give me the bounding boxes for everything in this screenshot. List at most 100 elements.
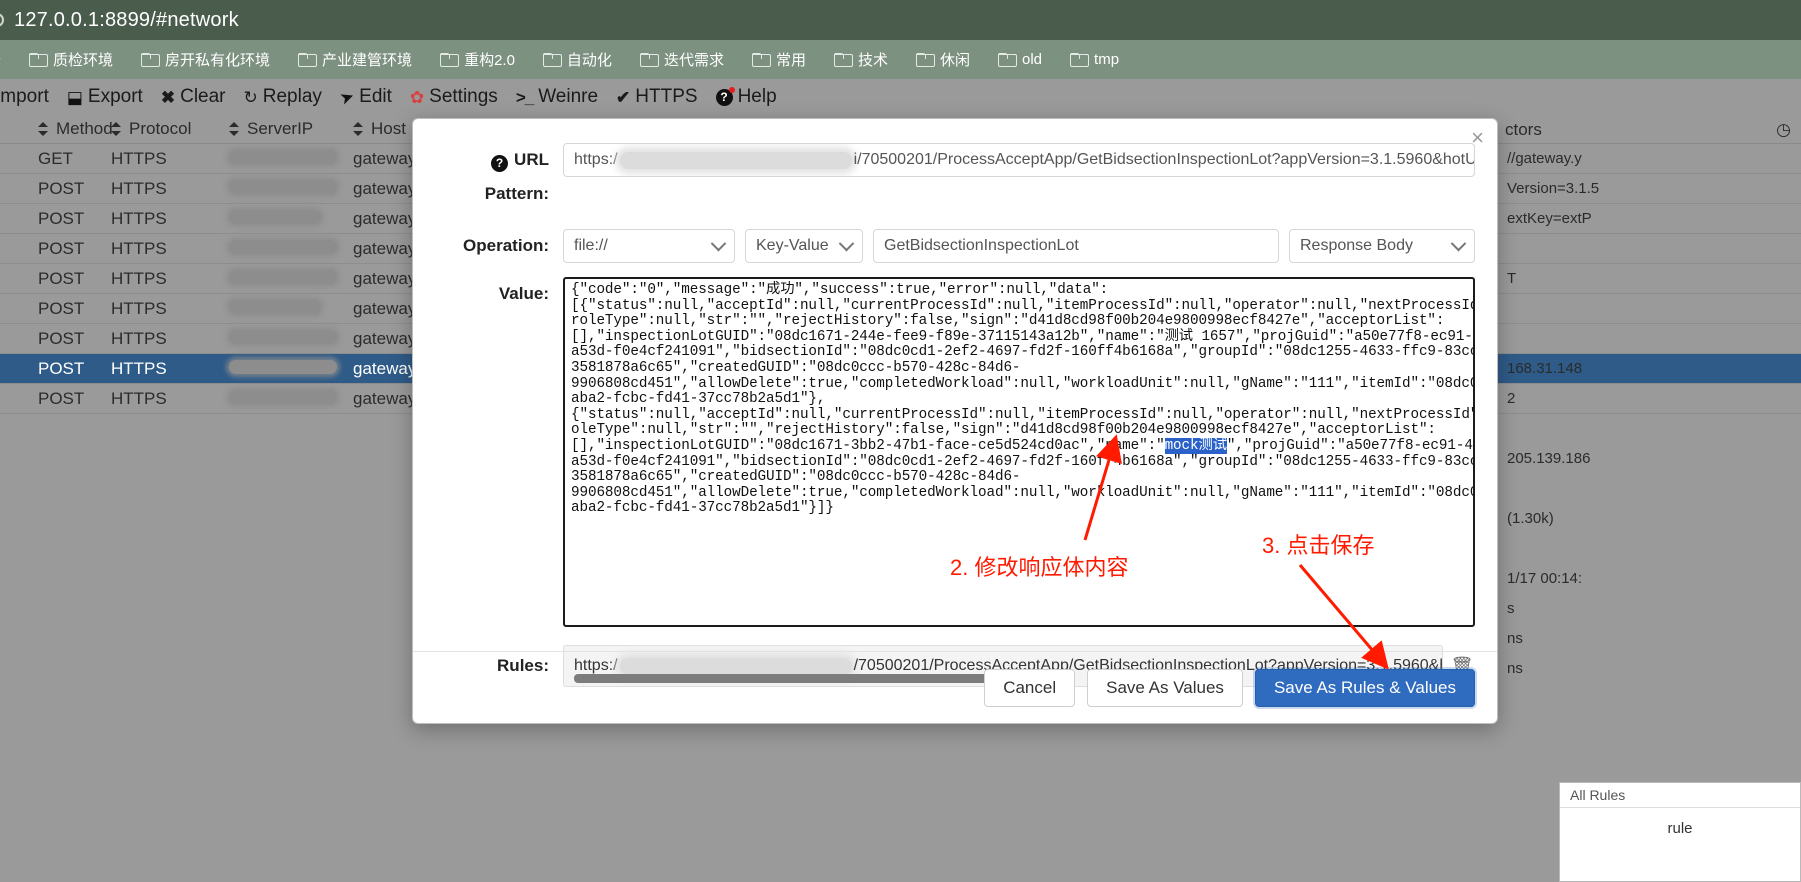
key-input[interactable]: GetBidsectionInspectionLot [873,229,1279,263]
url-suffix: i/70500201/ProcessAcceptApp/GetBidsectio… [853,151,1474,168]
value-line: aba2-fcbc-fd41-37cc78b2a5d1"}]} [571,500,834,517]
toolbar-button-replay[interactable]: ↻ Replay [235,86,331,108]
cell-serverip [215,149,345,169]
bookmark-item[interactable]: 产业建管环境 [284,40,426,79]
value-line: oleType":null,"str":"","rejectHistory":f… [571,422,1436,439]
toolbar-button-clear[interactable]: ✖ Clear [152,86,235,108]
folder-icon [440,52,460,67]
toolbar-label: Help [737,86,777,107]
value-line: {"code":"0","message":"成功","success":tru… [571,282,1109,298]
cell-protocol: HTTPS [111,328,167,348]
replay-icon: ↻ [243,87,258,107]
page-info-icon [0,13,4,27]
save-as-rules-and-values-button[interactable]: Save As Rules & Values [1254,668,1475,707]
detail-line: 205.139.186 [1507,450,1591,467]
target-select-value: Response Body [1300,237,1413,254]
toolbar-button-import[interactable]: Import [0,86,58,108]
detail-line: ns [1507,660,1523,677]
detail-line: 2 [1507,390,1516,407]
cell-protocol: HTTPS [111,208,167,228]
column-header-serverip[interactable]: ServerIP [215,119,345,139]
bookmark-item[interactable]: 重构2.0 [426,40,529,79]
cell-protocol: HTTPS [111,238,167,258]
toolbar-button-edit[interactable]: ➤ Edit [331,86,401,109]
folder-icon [998,52,1017,67]
toolbar-button-settings[interactable]: ✿ Settings [401,86,507,108]
column-header-method[interactable]: Method [0,119,113,139]
close-icon[interactable]: × [1471,127,1484,149]
protocol-select-value: file:// [574,237,608,254]
operation-label: Operation: [463,236,549,255]
toolbar-button-export[interactable]: ⬓ Export [58,86,152,108]
chevron-down-icon [838,235,855,251]
detail-line: (1.30k) [1507,510,1554,527]
value-label: Value: [498,284,549,303]
bookmark-label: 休闲 [939,52,970,69]
detail-line [1501,294,1801,324]
bookmark-item[interactable]: 常用 [738,40,820,79]
value-line: a53d-f0e4cf241091","bidsectionId":"08dc0… [571,344,1475,361]
value-line-tail: ","projGuid":"a50e77f8-ec91-4225- [1226,437,1473,454]
redacted-value [229,329,337,344]
sort-icon[interactable] [353,122,363,136]
type-select[interactable]: Key-Value [745,229,863,263]
key-input-value: GetBidsectionInspectionLot [884,237,1079,254]
selected-text[interactable]: mock测试 [1164,437,1227,454]
target-select[interactable]: Response Body [1289,229,1475,263]
sort-icon[interactable] [38,122,48,136]
sort-icon[interactable] [111,122,121,136]
bookmark-item[interactable]: tmp [1056,40,1133,79]
bookmark-item[interactable]: 休闲 [902,40,984,79]
detail-line: T [1507,270,1517,287]
detail-line [1501,534,1801,564]
value-line: aba2-fcbc-fd41-37cc78b2a5d1"}, [571,391,826,408]
toolbar-button-https[interactable]: ✔ HTTPS [607,86,707,108]
cell-method: POST [38,268,85,288]
bookmark-label: 技术 [857,52,888,69]
rule-tab[interactable]: rule [1560,807,1800,849]
detail-line [1501,324,1801,354]
column-header-protocol[interactable]: Protocol [105,119,215,139]
bookmark-item[interactable]: 自动化 [529,40,626,79]
app-toolbar: Import ⬓ Export ✖ Clear ↻ Replay ➤ Edit … [0,79,1801,115]
url-text[interactable]: 127.0.0.1:8899/#network [14,9,239,32]
browser-url-bar[interactable]: 127.0.0.1:8899/#network [0,0,1801,40]
cell-protocol: HTTPS [111,148,167,168]
cancel-button[interactable]: Cancel [984,668,1076,707]
bookmark-item[interactable]: 房开私有化环境 [127,40,284,79]
folder-icon [1070,52,1090,67]
chevron-down-icon [1450,235,1467,251]
url-prefix: https:/ [574,151,618,168]
value-line: 9906808cd451","allowDelete":true,"comple… [571,484,1475,501]
save-as-values-button[interactable]: Save As Values [1087,668,1243,707]
bookmark-item[interactable]: 云 [0,40,15,79]
annotation-step-2: 2. 修改响应体内容 [950,555,1129,580]
value-line: 3581878a6c65","createdGUID":"08dc0ccc-b5… [571,469,1021,486]
rules-list-box: All Rules rule [1559,782,1801,882]
sort-icon[interactable] [229,122,239,136]
protocol-select[interactable]: file:// [563,229,735,263]
url-pattern-input[interactable]: https:/ i/70500201/ProcessAcceptApp/GetB… [563,143,1475,177]
column-label: ServerIP [247,119,314,138]
bookmark-item[interactable]: 技术 [820,40,902,79]
help-icon: ? [715,86,735,106]
folder-icon [639,52,659,67]
folder-icon [915,52,935,67]
bookmark-item[interactable]: 迭代需求 [626,40,738,79]
url-pattern-row: ? URL Pattern: https:/ i/70500201/Process… [413,143,1497,211]
close-x-icon: ✖ [160,87,176,107]
clock-icon[interactable]: ◷ [1776,120,1791,140]
toolbar-button-weinre[interactable]: >_ Weinre [507,86,607,108]
cell-protocol: HTTPS [111,358,167,378]
edit-rule-dialog: × ? URL Pattern: https:/ i/70500201/Proce… [412,118,1498,724]
toolbar-button-help[interactable]: ? Help [707,86,786,108]
all-rules-label[interactable]: All Rules [1560,783,1800,807]
bookmark-label: 自动化 [566,52,612,69]
folder-icon [298,52,318,67]
bookmark-item[interactable]: 质检环境 [15,40,127,79]
cell-serverip [215,359,345,379]
value-line: 3581878a6c65","createdGUID":"08dc0ccc-b5… [571,359,1021,376]
bookmark-item[interactable]: old [984,40,1056,79]
help-icon[interactable]: ? [491,154,509,172]
cell-serverip [215,329,345,349]
